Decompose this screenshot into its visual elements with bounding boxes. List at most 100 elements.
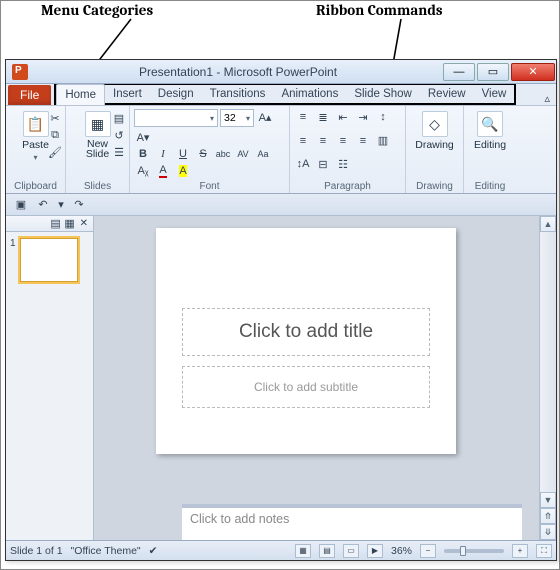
- layout-button[interactable]: ▤: [110, 110, 128, 126]
- bullets-button[interactable]: ≡: [294, 109, 312, 125]
- tab-animations[interactable]: Animations: [273, 84, 346, 104]
- slides-tab-icon[interactable]: ▦: [63, 218, 77, 230]
- subtitle-placeholder[interactable]: Click to add subtitle: [182, 366, 430, 408]
- slide-canvas[interactable]: Click to add title Click to add subtitle…: [94, 216, 539, 540]
- theme-indicator: "Office Theme": [71, 545, 141, 557]
- font-size-select[interactable]: 32▾: [220, 109, 254, 127]
- zoom-in-button[interactable]: +: [512, 544, 528, 558]
- sorter-view-button[interactable]: ▤: [319, 544, 335, 558]
- thumbnail-item[interactable]: 1: [6, 232, 93, 288]
- undo-button[interactable]: ↶: [34, 197, 52, 213]
- slideshow-view-button[interactable]: ▶: [367, 544, 383, 558]
- group-clipboard-label: Clipboard: [10, 180, 61, 192]
- fit-window-button[interactable]: ⛶: [536, 544, 552, 558]
- save-button[interactable]: ▣: [12, 197, 30, 213]
- group-font-label: Font: [134, 180, 285, 192]
- tab-design[interactable]: Design: [150, 84, 202, 104]
- undo-dropdown-icon[interactable]: ▾: [56, 197, 66, 213]
- underline-button[interactable]: U: [174, 146, 192, 162]
- format-painter-button[interactable]: 🖌: [46, 144, 64, 160]
- minimize-button[interactable]: —: [443, 63, 475, 81]
- group-clipboard: 📋 Paste ▾ ✂ ⧉ 🖌 Clipboard: [6, 106, 66, 193]
- zoom-percent[interactable]: 36%: [391, 545, 412, 557]
- shrink-font-button[interactable]: A▾: [134, 129, 152, 145]
- tab-home[interactable]: Home: [56, 84, 105, 105]
- tab-insert[interactable]: Insert: [105, 84, 150, 104]
- vertical-scrollbar[interactable]: ▲ ▼ ⤊ ⤋: [539, 216, 556, 540]
- outline-tab-icon[interactable]: ▤: [49, 218, 63, 230]
- zoom-thumb[interactable]: [460, 546, 466, 556]
- tab-file[interactable]: File: [8, 85, 51, 105]
- editing-button[interactable]: 🔍 Editing: [468, 109, 512, 153]
- close-button[interactable]: ✕: [511, 63, 555, 81]
- font-color-button[interactable]: A: [154, 163, 172, 179]
- group-drawing-label: Drawing: [410, 180, 459, 192]
- editing-label: Editing: [474, 139, 506, 151]
- drawing-button[interactable]: ◇ Drawing: [410, 109, 459, 153]
- group-editing-label: Editing: [468, 180, 512, 192]
- ribbon-collapse-icon[interactable]: ▵: [544, 92, 550, 105]
- title-placeholder[interactable]: Click to add title: [182, 308, 430, 356]
- next-slide-icon[interactable]: ⤋: [540, 524, 556, 540]
- indent-dec-button[interactable]: ⇤: [334, 109, 352, 125]
- cut-button[interactable]: ✂: [46, 110, 64, 126]
- clear-format-button[interactable]: Aᵪ: [134, 163, 152, 179]
- bold-button[interactable]: B: [134, 146, 152, 162]
- text-direction-button[interactable]: ↕A: [294, 156, 312, 172]
- app-window: Presentation1 - Microsoft PowerPoint — ▭…: [5, 59, 557, 561]
- scroll-track[interactable]: [540, 232, 556, 492]
- change-case-button[interactable]: Aa: [254, 146, 272, 162]
- quick-access-toolbar: ▣ ↶ ▾ ↷: [6, 194, 556, 216]
- tab-slideshow[interactable]: Slide Show: [346, 84, 420, 104]
- reading-view-button[interactable]: ▭: [343, 544, 359, 558]
- clipboard-icon: 📋: [23, 111, 49, 137]
- section-button[interactable]: ☰: [110, 144, 128, 160]
- shadow-button[interactable]: abc: [214, 146, 232, 162]
- columns-button[interactable]: ▥: [374, 133, 392, 149]
- maximize-button[interactable]: ▭: [477, 63, 509, 81]
- align-right-button[interactable]: ≡: [334, 133, 352, 149]
- align-text-button[interactable]: ⊟: [314, 156, 332, 172]
- drawing-label: Drawing: [415, 139, 454, 151]
- spellcheck-icon[interactable]: ✔: [149, 545, 158, 557]
- grow-font-button[interactable]: A▴: [256, 109, 274, 125]
- new-slide-icon: ▦: [85, 111, 111, 137]
- thumbnail-preview: [20, 238, 78, 282]
- strike-button[interactable]: S: [194, 146, 212, 162]
- normal-view-button[interactable]: ▦: [295, 544, 311, 558]
- align-left-button[interactable]: ≡: [294, 133, 312, 149]
- indent-inc-button[interactable]: ⇥: [354, 109, 372, 125]
- line-spacing-button[interactable]: ↕: [374, 109, 392, 125]
- copy-button[interactable]: ⧉: [46, 127, 64, 143]
- ribbon-tabs-row: File Home Insert Design Transitions Anim…: [6, 84, 556, 106]
- zoom-out-button[interactable]: −: [420, 544, 436, 558]
- scroll-up-icon[interactable]: ▲: [540, 216, 556, 232]
- zoom-slider[interactable]: [444, 549, 504, 553]
- workspace: ▤ ▦ ✕ 1 Click to add title Click to add …: [6, 216, 556, 540]
- char-spacing-button[interactable]: AV: [234, 146, 252, 162]
- justify-button[interactable]: ≡: [354, 133, 372, 149]
- tab-review[interactable]: Review: [420, 84, 474, 104]
- annotation-ribbon-commands: Ribbon Commands: [316, 1, 443, 19]
- shapes-icon: ◇: [422, 111, 448, 137]
- smartart-button[interactable]: ☷: [334, 156, 352, 172]
- redo-button[interactable]: ↷: [70, 197, 88, 213]
- numbering-button[interactable]: ≣: [314, 109, 332, 125]
- tab-transitions[interactable]: Transitions: [202, 84, 274, 104]
- group-font: ▾ 32▾ A▴ A▾ B I U S abc AV Aa Aᵪ A A Fon…: [130, 106, 290, 193]
- reset-button[interactable]: ↺: [110, 127, 128, 143]
- close-pane-icon[interactable]: ✕: [77, 218, 91, 229]
- align-center-button[interactable]: ≡: [314, 133, 332, 149]
- group-slides-label: Slides: [70, 180, 125, 192]
- prev-slide-icon[interactable]: ⤊: [540, 508, 556, 524]
- scroll-down-icon[interactable]: ▼: [540, 492, 556, 508]
- find-icon: 🔍: [477, 111, 503, 137]
- notes-pane[interactable]: Click to add notes: [182, 504, 522, 540]
- italic-button[interactable]: I: [154, 146, 172, 162]
- tab-view[interactable]: View: [474, 84, 515, 104]
- highlight-button[interactable]: A: [174, 163, 192, 179]
- menu-categories-box: Home Insert Design Transitions Animation…: [54, 83, 516, 105]
- group-drawing: ◇ Drawing Drawing: [406, 106, 464, 193]
- font-family-select[interactable]: ▾: [134, 109, 218, 127]
- dropdown-icon: ▾: [33, 153, 37, 162]
